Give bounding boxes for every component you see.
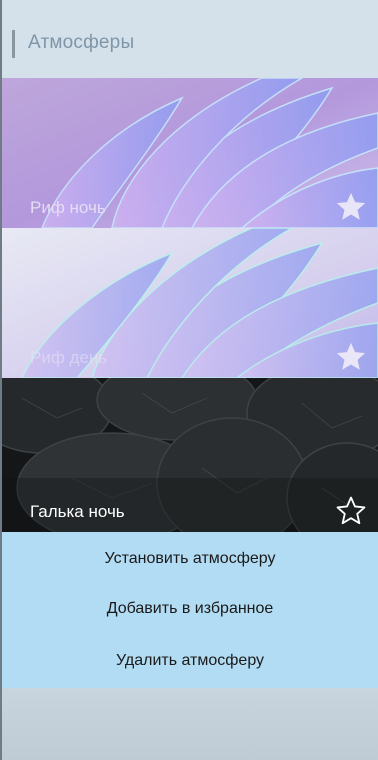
menu-item-set-atmosphere[interactable]: Установить атмосферу [2, 550, 378, 568]
tile-label: Риф день [30, 348, 108, 367]
atmospheres-screen: Атмосферы Риф ночь Риф день Галька ночь … [0, 0, 378, 760]
tile-label: Галька ночь [30, 502, 125, 521]
tile-label: Риф ночь [30, 198, 106, 217]
page-title: Атмосферы [28, 32, 135, 53]
atmosphere-tile-reef-night[interactable]: Риф ночь [2, 78, 378, 228]
context-menu: Установить атмосферу Добавить в избранно… [2, 532, 378, 688]
header-accent-bar [12, 30, 15, 58]
menu-item-delete-atmosphere[interactable]: Удалить атмосферу [2, 652, 378, 670]
star-outline-icon[interactable] [334, 494, 368, 528]
bottom-area [2, 688, 378, 760]
menu-item-add-favorite[interactable]: Добавить в избранное [2, 600, 378, 618]
star-filled-icon[interactable] [334, 340, 368, 374]
header-bar: Атмосферы [2, 0, 378, 78]
atmosphere-tile-reef-day[interactable]: Риф день [2, 228, 378, 378]
atmosphere-tile-pebble-night[interactable]: Галька ночь [2, 378, 378, 532]
star-filled-icon[interactable] [334, 190, 368, 224]
